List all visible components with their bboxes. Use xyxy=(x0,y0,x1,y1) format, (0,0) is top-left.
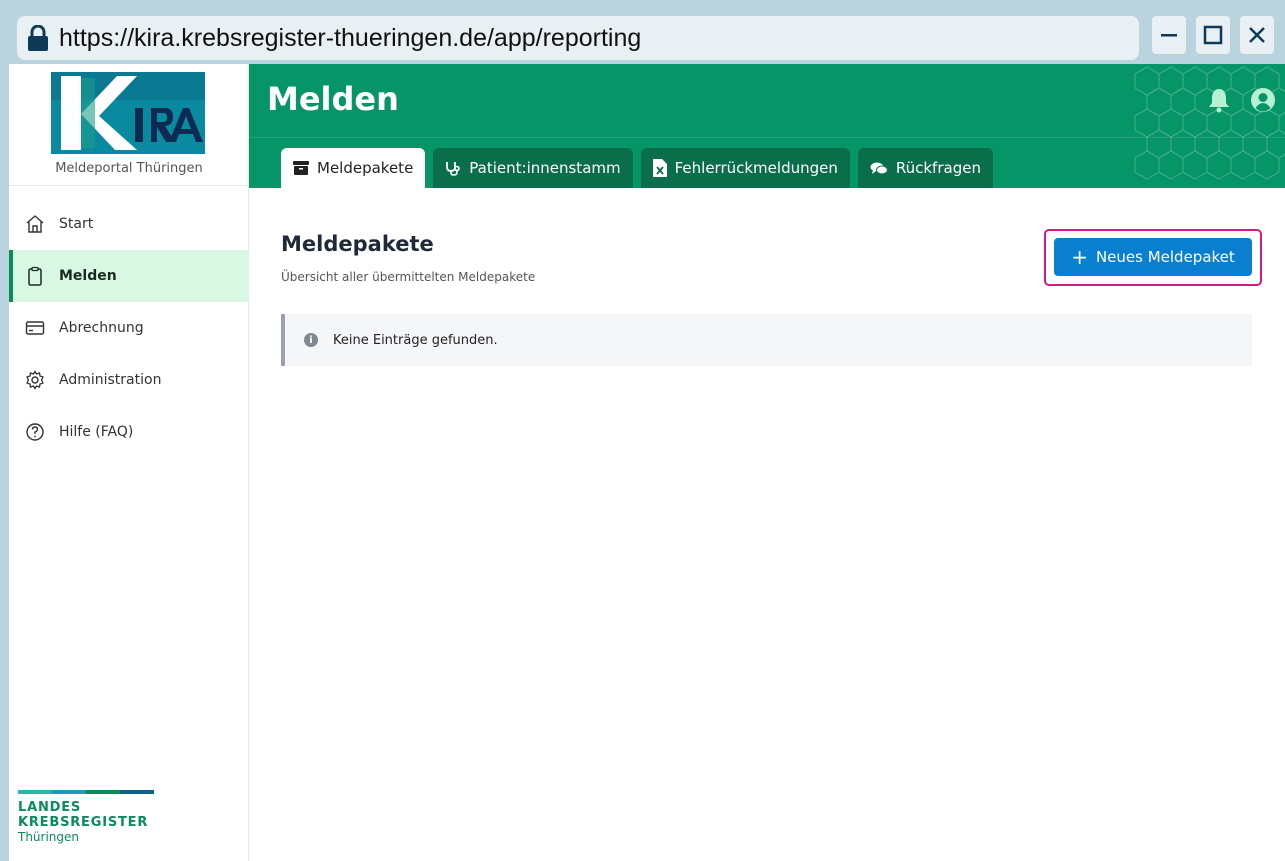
browser-chrome: https://kira.krebsregister-thueringen.de… xyxy=(0,0,1285,64)
footer-logo-bars xyxy=(18,790,154,794)
url-text[interactable]: https://kira.krebsregister-thueringen.de… xyxy=(59,24,641,53)
footer-line-2: KREBSREGISTER xyxy=(18,815,149,830)
tab-label: Meldepakete xyxy=(317,159,414,177)
home-icon xyxy=(25,214,45,234)
divider xyxy=(9,185,249,186)
kira-logo[interactable] xyxy=(47,70,209,158)
tab-rueckfragen[interactable]: Rückfragen xyxy=(857,148,993,188)
close-icon xyxy=(1249,27,1265,43)
app-window: Meldeportal Thüringen Start Melden Abrec… xyxy=(9,64,1285,861)
close-button[interactable] xyxy=(1240,16,1274,54)
tab-label: Rückfragen xyxy=(895,159,981,177)
section-title: Meldepakete xyxy=(281,232,434,256)
sidebar-item-label: Melden xyxy=(59,268,117,284)
sidebar-nav: Start Melden Abrechnung Administration H… xyxy=(9,198,249,458)
footer-line-3: Thüringen xyxy=(18,830,80,844)
header-separator xyxy=(249,137,1285,138)
sidebar-item-melden[interactable]: Melden xyxy=(9,250,249,302)
portal-subtitle: Meldeportal Thüringen xyxy=(55,161,203,176)
minimize-button[interactable] xyxy=(1152,16,1186,54)
footer-line-1: LANDES xyxy=(18,800,82,815)
package-icon xyxy=(293,161,309,175)
clipboard-icon xyxy=(25,266,45,286)
landeskrebsregister-logo: LANDES KREBSREGISTER Thüringen xyxy=(18,790,158,844)
maximize-icon xyxy=(1203,25,1223,45)
tab-meldepakete[interactable]: Meldepakete xyxy=(281,148,426,188)
bell-icon xyxy=(1209,89,1229,113)
info-icon: i xyxy=(304,333,318,347)
user-circle-icon xyxy=(1251,88,1275,112)
credit-card-icon xyxy=(25,318,45,338)
empty-state-message: i Keine Einträge gefunden. xyxy=(281,314,1252,366)
sidebar-item-label: Abrechnung xyxy=(59,320,144,336)
help-circle-icon xyxy=(25,422,45,442)
page-title: Melden xyxy=(267,80,399,118)
sidebar-item-administration[interactable]: Administration xyxy=(9,354,249,406)
plus-icon: + xyxy=(1071,245,1088,269)
sidebar-item-hilfe[interactable]: Hilfe (FAQ) xyxy=(9,406,249,458)
sidebar-item-label: Start xyxy=(59,216,94,232)
section-subtitle: Übersicht aller übermittelten Meldepaket… xyxy=(281,270,536,284)
sidebar: Meldeportal Thüringen Start Melden Abrec… xyxy=(9,64,249,861)
user-profile-button[interactable] xyxy=(1249,86,1277,114)
maximize-button[interactable] xyxy=(1196,16,1230,54)
kira-logo-image xyxy=(47,70,209,158)
lock-icon xyxy=(28,25,48,51)
page-header: Melden Meldepakete Patient:innenstamm Fe… xyxy=(249,64,1285,188)
tab-patientinnenstamm[interactable]: Patient:innenstamm xyxy=(433,148,633,188)
sidebar-item-start[interactable]: Start xyxy=(9,198,249,250)
hexagon-pattern xyxy=(1134,66,1285,180)
sidebar-item-label: Hilfe (FAQ) xyxy=(59,424,134,440)
tab-label: Fehlerrückmeldungen xyxy=(674,159,838,177)
notifications-button[interactable] xyxy=(1205,86,1233,114)
gear-icon xyxy=(25,370,45,390)
comments-icon xyxy=(870,161,888,175)
empty-state-text: Keine Einträge gefunden. xyxy=(333,332,498,348)
new-meldepaket-button[interactable]: + Neues Meldepaket xyxy=(1054,238,1252,276)
address-bar[interactable]: https://kira.krebsregister-thueringen.de… xyxy=(17,16,1139,60)
button-label: Neues Meldepaket xyxy=(1095,248,1235,266)
main-content: Meldepakete Übersicht aller übermittelte… xyxy=(249,188,1285,861)
sidebar-item-abrechnung[interactable]: Abrechnung xyxy=(9,302,249,354)
tab-fehlerrueckmeldungen[interactable]: Fehlerrückmeldungen xyxy=(640,148,850,188)
stethoscope-icon xyxy=(445,160,461,176)
minimize-icon xyxy=(1161,34,1177,37)
tab-bar: Meldepakete Patient:innenstamm Fehlerrüc… xyxy=(281,148,1001,188)
tab-label: Patient:innenstamm xyxy=(469,159,621,177)
excel-file-icon xyxy=(652,159,667,177)
sidebar-item-label: Administration xyxy=(59,372,162,388)
